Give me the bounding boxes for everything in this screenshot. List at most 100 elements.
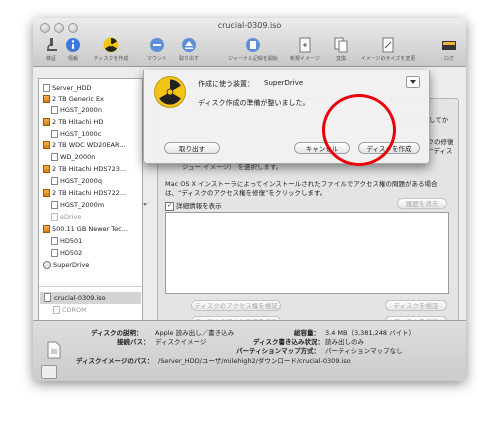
sidebar-item-label: 2 TB WDC WD20EAR... [52,141,126,149]
device-label: 作成に使う装置： [198,80,254,88]
sidebar-item-label: CDROM [62,306,87,314]
sidebar-item-newer-tech[interactable]: 500.11 GB Newer Tec... [43,224,128,235]
volume-icon [51,130,58,138]
sidebar-item-hgst-2000q[interactable]: HGST_2000q [51,176,102,187]
sidebar-item-label: 2 TB Generic Ex [52,95,104,103]
sidebar-item-hd502[interactable]: HD502 [51,248,82,259]
status-text: ディスク作成の準備が整いました。 [198,99,310,107]
disk-image-file-icon [47,341,61,359]
clear-history-button[interactable]: 履歴を消去 [397,198,447,209]
sidebar-item-label: eDrive [60,213,82,221]
sidebar-item-label: 2 TB Hitachi HDS723... [52,165,127,173]
convert-icon [334,37,348,53]
show-details-label: 詳細情報を表示 [176,202,222,210]
sidebar-item-label: HGST_2000m [60,201,105,209]
sidebar-item-label: Server_HDD [52,84,92,92]
toolbar-eject[interactable]: 取り出す [171,37,207,62]
volume-icon [53,306,60,314]
toolbar-journal-label: ジャーナル記録を開始 [228,56,278,62]
device-value: SuperDrive [264,79,304,87]
device-popup-button[interactable] [406,76,420,88]
toolbar-info[interactable]: 情報 [55,37,91,62]
burn-icon [103,37,119,53]
drive-icon [43,225,50,233]
new-image-icon [299,37,311,53]
volume-icon [51,249,58,257]
sidebar-item-crucial-iso[interactable]: crucial-0309.iso [40,292,141,304]
drive-icon [43,118,50,126]
volume-icon [51,106,58,114]
eject-button[interactable]: 取り出す [164,142,220,154]
sidebar-item-server-hdd[interactable]: Server_HDD [43,83,91,94]
toolbar-burn[interactable]: ディスクを作成 [93,37,129,62]
drive-icon [43,141,50,149]
resize-image-icon [382,37,394,53]
sidebar-item-label: SuperDrive [53,261,90,269]
volume-icon [43,84,50,92]
mount-icon [150,38,164,52]
window-title: crucial-0309.iso [217,21,282,30]
sidebar-item-label: WD_2000n [60,153,96,161]
toolbar-journal[interactable]: ジャーナル記録を開始 [223,37,283,62]
log-output-area[interactable] [165,212,449,294]
show-details-checkbox[interactable]: ✓ 詳細情報を表示 [165,200,222,211]
sidebar-item-cdrom[interactable]: CDROM [53,305,87,316]
toolbar-new-image-label: 新規イメージ [290,56,320,62]
volume-icon [51,237,58,245]
volume-icon [51,177,58,185]
toolbar-new-image[interactable]: 新規イメージ [283,37,327,62]
toolbar-mount[interactable]: マウント [139,37,175,62]
info-bar: ディスクの説明： Apple 読み出し／書き込み 総容量： 3.4 MB（3,3… [33,320,466,381]
partition-map-value: パーティションマップなし [325,347,403,355]
verify-disk-button[interactable]: ディスクを検証 [385,300,447,311]
drive-icon [43,189,50,197]
highlight-circle-annotation [322,94,396,166]
help-button[interactable] [41,365,57,379]
sidebar-item-label: HGST_2000q [60,177,102,185]
sidebar-item-hitachi-hd[interactable]: 2 TB Hitachi HD [43,117,103,128]
partition-map-label: パーティションマップ方式： [236,347,321,355]
sidebar-item-hgst-2000m[interactable]: HGST_2000m [51,200,104,211]
toolbar-resize-image-label: イメージのサイズを変更 [360,56,416,62]
journal-icon [246,38,260,52]
sidebar-item-label: HD501 [60,237,83,245]
volume-icon [51,213,58,221]
sidebar-item-label: HD502 [60,249,83,257]
eject-icon [182,38,196,52]
sidebar-item-superdrive[interactable]: SuperDrive [43,260,89,271]
toolbar-log[interactable]: ログ [431,37,466,62]
toolbar-eject-label: 取り出す [178,56,199,62]
sidebar-item-label: 2 TB Hitachi HDS722... [52,189,127,197]
sidebar-item-hgst-2000n[interactable]: HGST_2000n [51,105,102,116]
log-icon [442,41,456,50]
toolbar-mount-label: マウント [146,56,167,62]
device-sidebar[interactable]: Server_HDD 2 TB Generic Ex HGST_2000n 2 … [38,78,143,336]
sidebar-item-hgst-1000c[interactable]: HGST_1000c [51,129,101,140]
permissions-description-2: は、“ディスクのアクセス権を修復”をクリックします。 [165,189,327,197]
toolbar-convert[interactable]: 変換 [323,37,359,62]
toolbar-convert-label: 変換 [335,56,346,62]
sidebar-item-generic-ext[interactable]: 2 TB Generic Ex [43,94,104,105]
sidebar-item-hitachi-hds723[interactable]: 2 TB Hitachi HDS723... [43,164,126,175]
sidebar-item-hitachi-hds722[interactable]: 2 TB Hitachi HDS722... [43,188,126,199]
toolbar-resize-image[interactable]: イメージのサイズを変更 [355,37,421,62]
toolbar-info-label: 情報 [67,56,78,62]
image-path-value: /Server_HDD/ユーザ/milehigh2/ダウンロード/crucial… [158,357,351,365]
sidebar-item-edrive[interactable]: eDrive [51,212,81,223]
disk-image-icon [44,293,51,302]
sidebar-divider [39,286,142,287]
sidebar-item-hd501[interactable]: HD501 [51,236,82,247]
volume-icon [51,201,58,209]
sidebar-item-wdc[interactable]: 2 TB WDC WD20EAR... [43,140,125,151]
verify-permissions-button[interactable]: ディスクのアクセス権を検証 [191,300,281,311]
drive-icon [43,95,50,103]
sidebar-item-label: HGST_2000n [60,106,102,114]
title-bar: crucial-0309.iso 検証 情報 ディスクを作成 マウント 取り出す… [33,18,466,67]
sidebar-item-wd-2000n[interactable]: WD_2000n [51,152,95,163]
sidebar-item-label: HGST_1000c [60,130,102,138]
toolbar-log-label: ログ [443,56,454,62]
checkbox-checked-icon: ✓ [165,201,174,211]
disk-utility-window: crucial-0309.iso 検証 情報 ディスクを作成 マウント 取り出す… [33,18,466,381]
image-path-label: ディスクイメージのパス： [76,357,154,365]
radiation-burn-icon [154,76,186,108]
